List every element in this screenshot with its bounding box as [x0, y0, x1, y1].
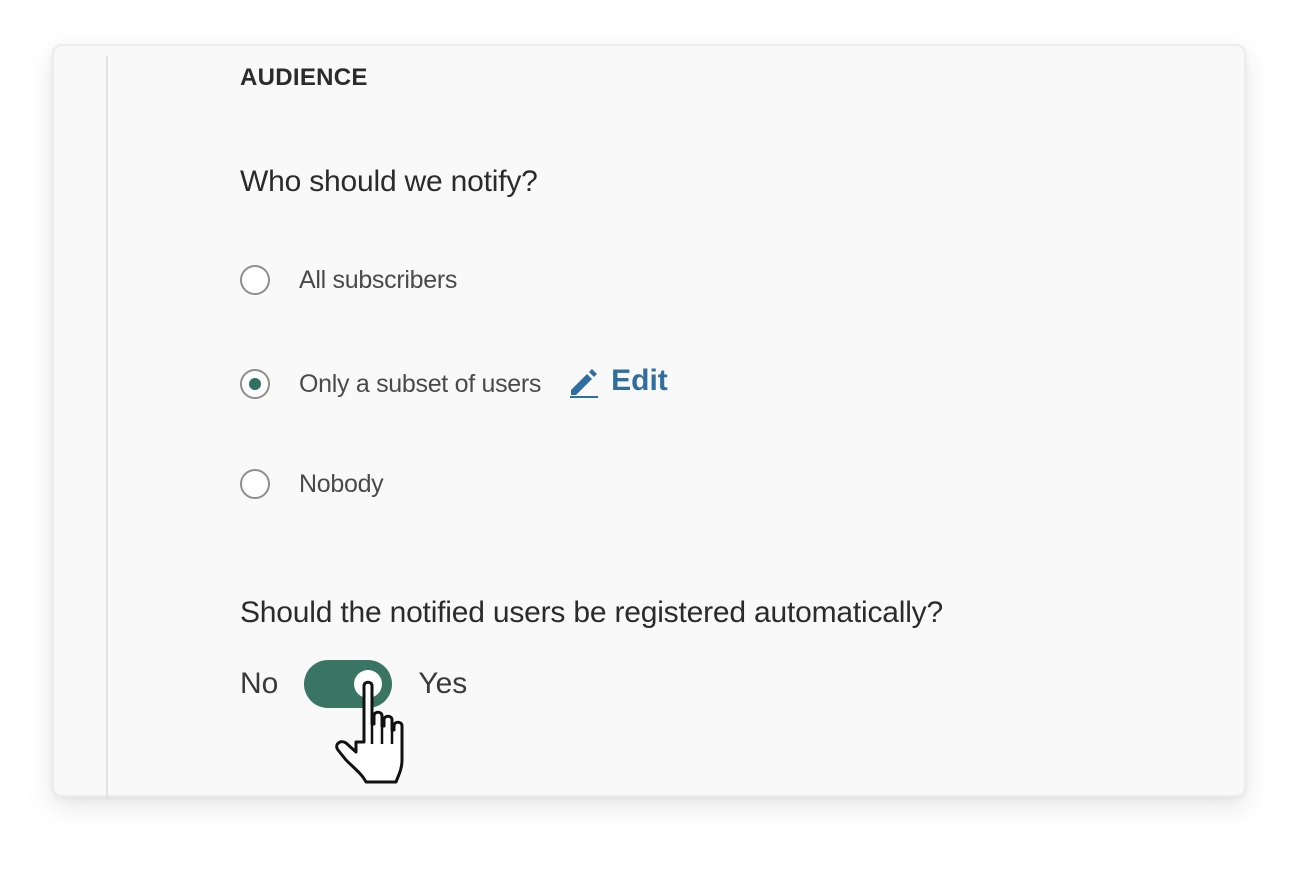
notify-question: Who should we notify?	[240, 165, 538, 198]
section-title: AUDIENCE	[240, 64, 368, 91]
radio-option-nobody[interactable]: Nobody	[240, 467, 384, 501]
radio-option-subset-of-users[interactable]: Only a subset of users Edit	[240, 364, 668, 401]
register-question: Should the notified users be registered …	[240, 596, 943, 629]
radio-button[interactable]	[240, 265, 270, 295]
toggle-on-label: Yes	[418, 667, 468, 700]
audience-panel	[52, 44, 1246, 797]
radio-button[interactable]	[240, 469, 270, 499]
radio-label: Only a subset of users	[299, 369, 542, 398]
pencil-icon	[570, 369, 599, 398]
radio-option-all-subscribers[interactable]: All subscribers	[240, 263, 457, 297]
hand-pointer-icon	[335, 680, 404, 784]
panel-left-divider	[106, 56, 108, 797]
radio-label: All subscribers	[299, 265, 458, 294]
edit-link[interactable]: Edit	[567, 364, 668, 398]
toggle-off-label: No	[240, 667, 279, 700]
edit-link-label: Edit	[611, 364, 668, 397]
radio-button[interactable]	[240, 369, 270, 399]
radio-label: Nobody	[299, 469, 384, 498]
